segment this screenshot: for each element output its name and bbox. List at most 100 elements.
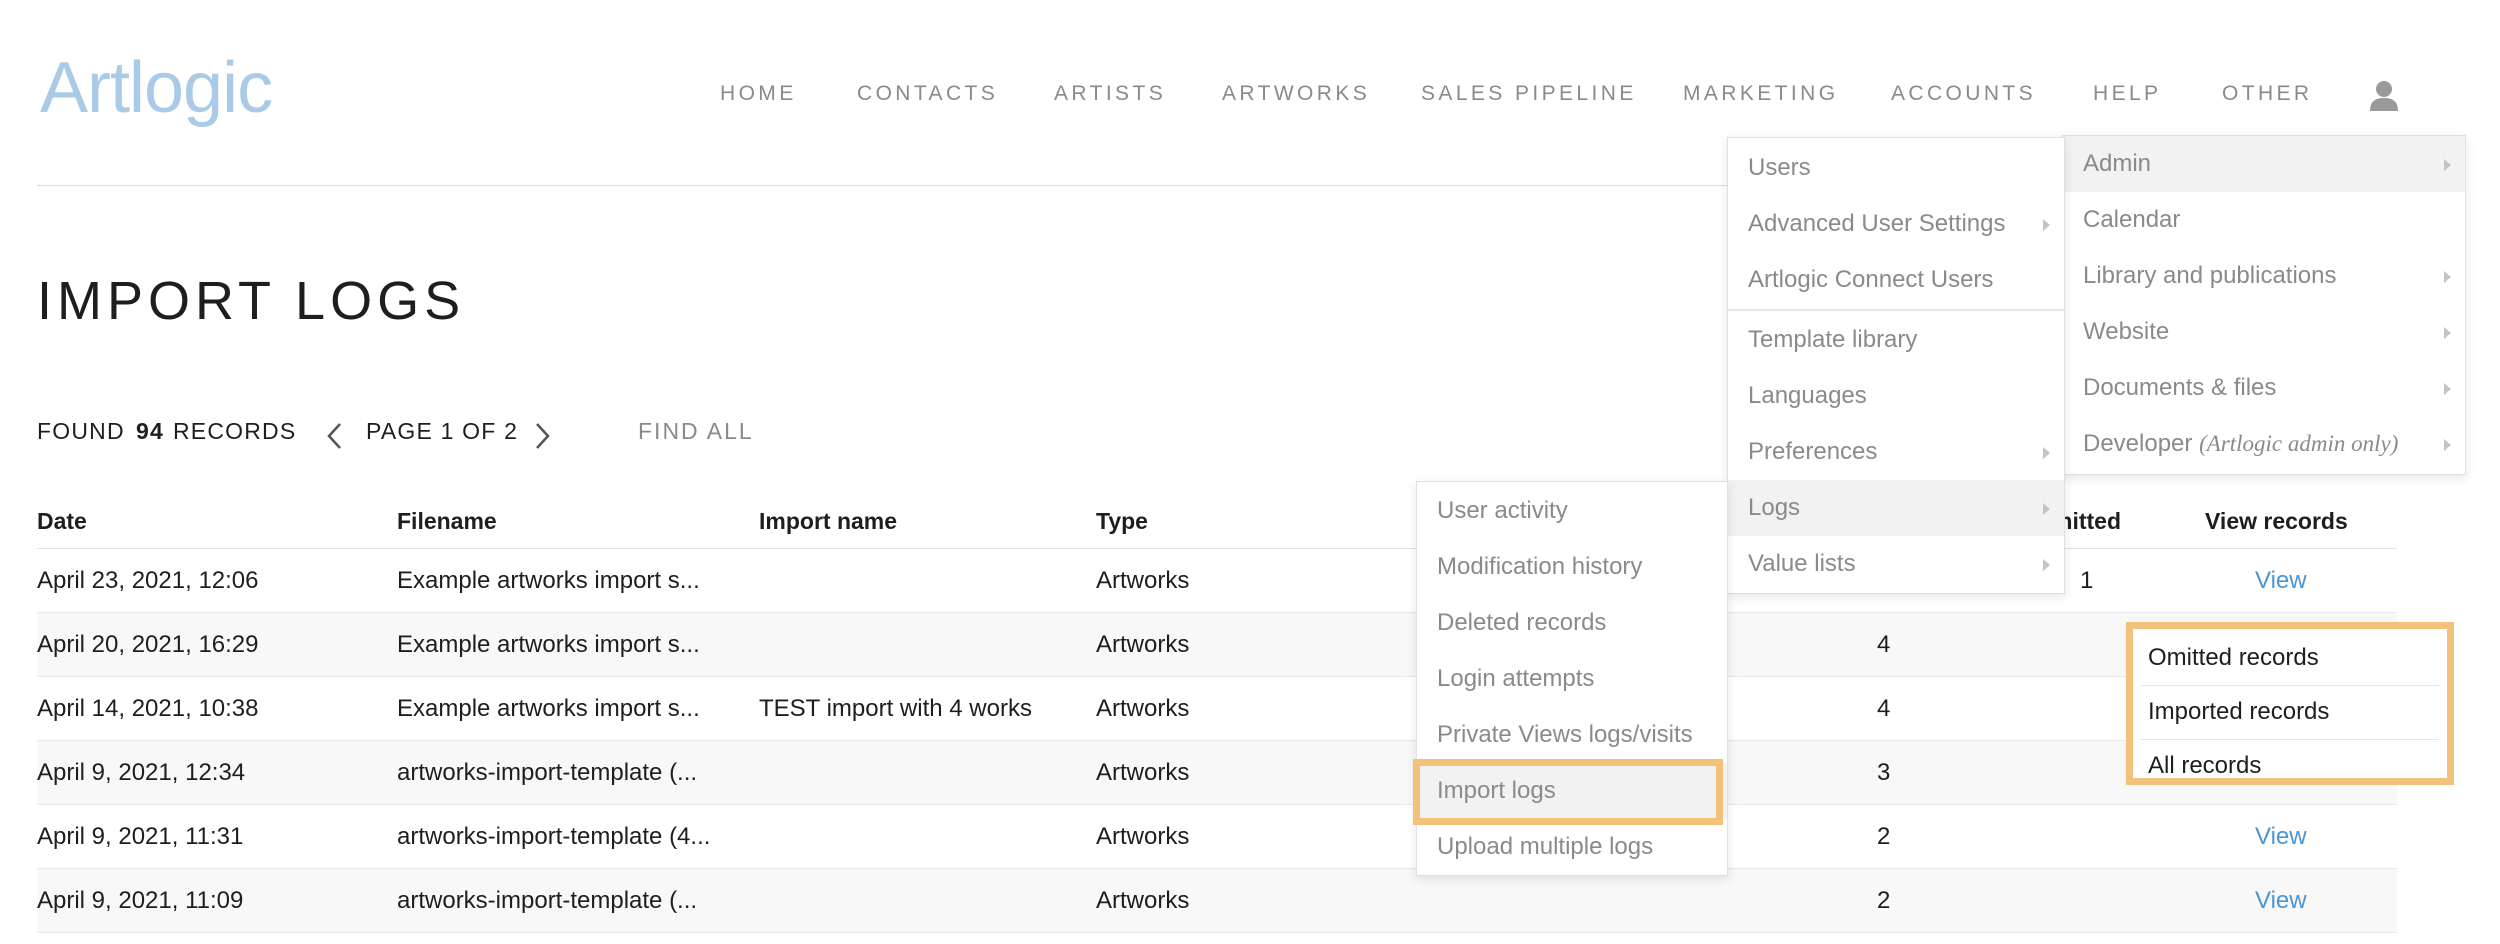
cell-type: Artworks (1096, 631, 1190, 658)
menu-item-user-activity[interactable]: User activity (1417, 483, 1727, 539)
cell-date: April 23, 2021, 12:06 (37, 567, 259, 594)
menu-item-label: Preferences (1748, 438, 1878, 465)
menu-item-advanced-user-settings[interactable]: Advanced User Settings (1728, 196, 2064, 252)
cell-count: 2 (1877, 823, 1891, 850)
menu-item-admin[interactable]: Admin (2063, 136, 2465, 192)
col-view-records: View records (2205, 508, 2348, 534)
record-count: 94 (136, 418, 164, 444)
menu-item-languages[interactable]: Languages (1728, 368, 2064, 424)
cell-date: April 9, 2021, 11:09 (37, 887, 244, 914)
col-filename[interactable]: Filename (397, 508, 497, 535)
nav-other[interactable]: OTHER (2222, 82, 2313, 106)
cell-count: 2 (1877, 887, 1891, 914)
cell-date: April 9, 2021, 12:34 (37, 759, 246, 786)
chevron-right-icon (2043, 559, 2050, 571)
chevron-right-icon (2444, 327, 2451, 339)
cell-count: 4 (1877, 695, 1891, 722)
nav-sales-pipeline[interactable]: SALES PIPELINE (1421, 82, 1637, 106)
menu-item-label: Private Views logs/visits (1437, 721, 1693, 748)
table-row[interactable]: April 9, 2021, 12:34 artworks-import-tem… (37, 741, 2397, 805)
menu-item-label: Login attempts (1437, 665, 1595, 692)
menu-item-all-records[interactable]: All records (2133, 739, 2447, 793)
find-all-link[interactable]: FIND ALL (638, 418, 754, 445)
nav-accounts[interactable]: ACCOUNTS (1891, 82, 2036, 106)
user-icon[interactable] (2367, 78, 2401, 112)
menu-item-developer[interactable]: Developer (Artlogic admin only) (2063, 416, 2465, 472)
chevron-right-icon (2444, 271, 2451, 283)
view-link[interactable]: View (2255, 823, 2307, 851)
menu-item-modification-history[interactable]: Modification history (1417, 539, 1727, 595)
nav-home[interactable]: HOME (720, 82, 797, 106)
menu-item-value-lists[interactable]: Value lists (1728, 536, 2064, 592)
menu-item-documents-and-files[interactable]: Documents & files (2063, 360, 2465, 416)
cell-count: 3 (1877, 759, 1891, 786)
menu-item-label: Admin (2083, 150, 2152, 177)
menu-item-logs[interactable]: Logs (1728, 480, 2064, 536)
chevron-right-icon (2043, 219, 2050, 231)
menu-item-library-and-publications[interactable]: Library and publications (2063, 248, 2465, 304)
menu-item-label: Upload multiple logs (1437, 833, 1654, 860)
menu-item-label: Deleted records (1437, 609, 1607, 636)
menu-item-label: Documents & files (2083, 374, 2277, 401)
menu-item-label: Template library (1748, 326, 1918, 353)
menu-separator (1728, 309, 2064, 311)
menu-item-calendar[interactable]: Calendar (2063, 192, 2465, 248)
view-link[interactable]: View (2255, 887, 2307, 915)
menu-item-template-library[interactable]: Template library (1728, 312, 2064, 368)
cell-type: Artworks (1096, 823, 1190, 850)
menu-item-label: Library and publications (2083, 262, 2337, 289)
menu-item-label: Website (2083, 318, 2170, 345)
nav-artworks[interactable]: ARTWORKS (1222, 82, 1370, 106)
menu-item-import-logs[interactable]: Import logs (1417, 763, 1727, 819)
menu-item-artlogic-connect-users[interactable]: Artlogic Connect Users (1728, 252, 2064, 308)
nav-help[interactable]: HELP (2093, 82, 2161, 106)
menu-item-label: Users (1748, 154, 1811, 181)
menu-item-website[interactable]: Website (2063, 304, 2465, 360)
menu-item-login-attempts[interactable]: Login attempts (1417, 651, 1727, 707)
cell-count: 4 (1877, 631, 1891, 658)
cell-filename: Example artworks import s... (397, 695, 700, 722)
cell-filename: artworks-import-template (... (397, 759, 698, 786)
menu-item-note: (Artlogic admin only) (2199, 431, 2399, 456)
chevron-right-icon (2043, 503, 2050, 515)
nav-marketing[interactable]: MARKETING (1683, 82, 1838, 106)
table-row[interactable]: April 20, 2021, 16:29 Example artworks i… (37, 613, 2397, 677)
menu-item-label: Artlogic Connect Users (1748, 266, 1994, 293)
table-row[interactable]: April 14, 2021, 10:38 Example artworks i… (37, 677, 2397, 741)
cell-omitted: 1 (2080, 567, 2094, 594)
menu-item-label: Languages (1748, 382, 1867, 409)
menu-item-preferences[interactable]: Preferences (1728, 424, 2064, 480)
nav-artists[interactable]: ARTISTS (1054, 82, 1166, 106)
col-type[interactable]: Type (1096, 508, 1148, 535)
found-label: FOUND (37, 418, 125, 444)
menu-item-label: User activity (1437, 497, 1568, 524)
view-link[interactable]: View (2255, 567, 2307, 595)
admin-submenu: Users Advanced User Settings Artlogic Co… (1727, 137, 2065, 594)
cell-date: April 9, 2021, 11:31 (37, 823, 244, 850)
chevron-right-icon (2444, 439, 2451, 451)
menu-item-deleted-records[interactable]: Deleted records (1417, 595, 1727, 651)
nav-contacts[interactable]: CONTACTS (857, 82, 998, 106)
cell-date: April 14, 2021, 10:38 (37, 695, 259, 722)
menu-item-omitted-records[interactable]: Omitted records (2133, 631, 2447, 685)
next-page-icon[interactable] (531, 421, 553, 451)
menu-item-private-views-logs[interactable]: Private Views logs/visits (1417, 707, 1727, 763)
chevron-right-icon (2043, 447, 2050, 459)
cell-filename: Example artworks import s... (397, 567, 700, 594)
cell-filename: artworks-import-template (4... (397, 823, 711, 850)
col-import-name[interactable]: Import name (759, 508, 897, 535)
previous-page-icon[interactable] (324, 421, 346, 451)
menu-item-label: Calendar (2083, 206, 2181, 233)
chevron-right-icon (2444, 159, 2451, 171)
menu-item-label: Import logs (1437, 777, 1556, 804)
menu-item-label: Logs (1748, 494, 1801, 521)
table-row[interactable]: April 9, 2021, 11:31 artworks-import-tem… (37, 805, 2397, 869)
view-records-popup: Omitted records Imported records All rec… (2126, 622, 2454, 785)
col-date[interactable]: Date (37, 508, 87, 535)
main-nav: HOME CONTACTS ARTISTS ARTWORKS SALES PIP… (0, 0, 2500, 130)
menu-item-users[interactable]: Users (1728, 140, 2064, 196)
chevron-right-icon (2444, 383, 2451, 395)
menu-item-upload-multiple-logs[interactable]: Upload multiple logs (1417, 819, 1727, 875)
table-row[interactable]: April 9, 2021, 11:09 artworks-import-tem… (37, 869, 2397, 933)
menu-item-imported-records[interactable]: Imported records (2133, 685, 2447, 739)
